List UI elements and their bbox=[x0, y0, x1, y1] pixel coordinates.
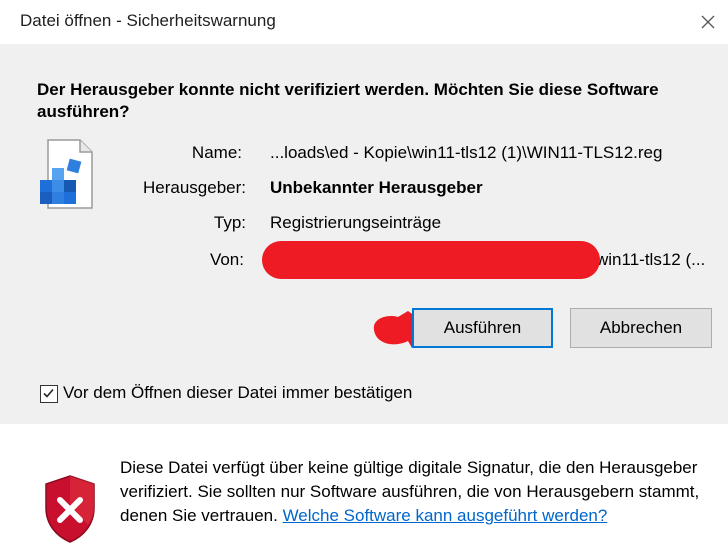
security-shield-icon bbox=[45, 475, 95, 543]
from-label: Von: bbox=[209, 250, 244, 269]
run-button[interactable]: Ausführen bbox=[412, 308, 553, 348]
window-title: Datei öffnen - Sicherheitswarnung bbox=[20, 11, 276, 30]
publisher-value: Unbekannter Herausgeber bbox=[270, 178, 483, 197]
type-value: Registrierungseinträge bbox=[270, 213, 442, 232]
which-software-link[interactable]: Welche Software kann ausgeführt werden? bbox=[283, 506, 608, 525]
always-confirm-label[interactable]: Vor dem Öffnen dieser Datei immer bestät… bbox=[63, 383, 412, 403]
warning-text: Diese Datei verfügt über keine gültige d… bbox=[120, 456, 706, 528]
name-label: Name: bbox=[191, 143, 242, 162]
always-confirm-checkbox[interactable] bbox=[40, 385, 58, 403]
redaction-mark bbox=[262, 241, 600, 279]
dialog-heading: Der Herausgeber konnte nicht verifiziert… bbox=[37, 80, 659, 121]
close-icon bbox=[701, 15, 715, 29]
from-value: win11-tls12 (... bbox=[596, 250, 706, 269]
close-button[interactable] bbox=[688, 0, 728, 44]
cancel-button[interactable]: Abbrechen bbox=[570, 308, 712, 348]
checkmark-icon bbox=[43, 388, 54, 398]
publisher-label: Herausgeber: bbox=[142, 178, 246, 197]
type-label: Typ: bbox=[213, 213, 246, 232]
name-value: ...loads\ed - Kopie\win11-tls12 (1)\WIN1… bbox=[270, 143, 663, 162]
title-bar: Datei öffnen - Sicherheitswarnung bbox=[0, 0, 728, 44]
